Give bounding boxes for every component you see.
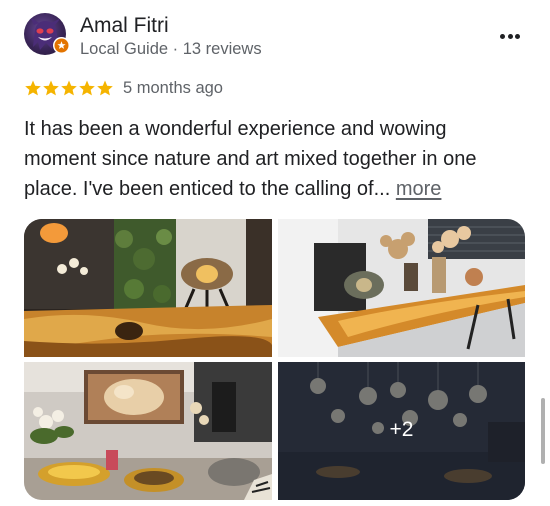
review-photo[interactable] bbox=[24, 219, 272, 357]
author-meta: Local Guide · 13 reviews bbox=[80, 40, 262, 58]
review-header: Amal Fitri Local Guide · 13 reviews bbox=[0, 0, 550, 72]
review-text: It has been a wonderful experience and w… bbox=[24, 114, 524, 204]
more-vert-icon[interactable] bbox=[496, 22, 524, 50]
local-guide-badge-icon bbox=[53, 37, 70, 54]
star-icon bbox=[61, 80, 77, 96]
review-time: 5 months ago bbox=[123, 79, 223, 97]
star-rating bbox=[25, 80, 113, 96]
photo-long-resin-table bbox=[278, 219, 525, 357]
star-icon bbox=[97, 80, 113, 96]
star-icon bbox=[25, 80, 41, 96]
review-photo[interactable] bbox=[24, 362, 272, 500]
star-icon bbox=[43, 80, 59, 96]
photo-resin-table-lamp bbox=[24, 219, 272, 357]
author-name[interactable]: Amal Fitri bbox=[80, 14, 169, 38]
more-link[interactable]: more bbox=[396, 178, 442, 200]
scrollbar[interactable] bbox=[541, 398, 545, 464]
star-icon bbox=[79, 80, 95, 96]
photo-showroom-artwork bbox=[24, 362, 272, 500]
review-photo[interactable] bbox=[278, 219, 525, 357]
review-photo-more[interactable]: +2 bbox=[278, 362, 525, 500]
more-photos-count: +2 bbox=[389, 418, 414, 441]
